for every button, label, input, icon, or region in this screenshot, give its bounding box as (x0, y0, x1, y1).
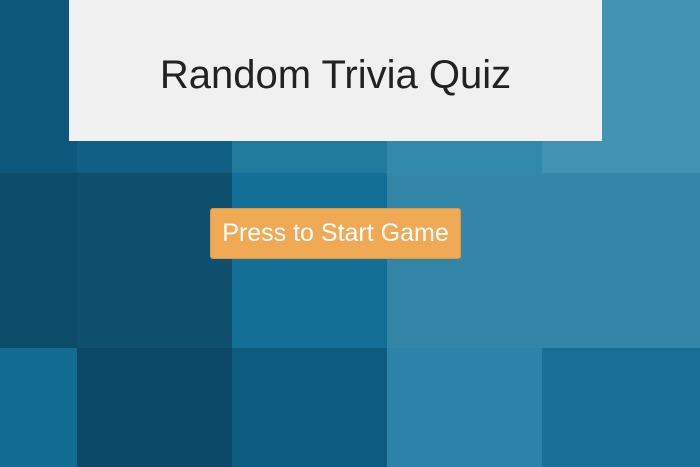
mosaic-tile (77, 173, 232, 348)
mosaic-tile (0, 0, 77, 173)
mosaic-tile (387, 173, 542, 348)
mosaic-tile (232, 173, 387, 348)
title-panel: Random Trivia Quiz (69, 0, 602, 141)
mosaic-tile (387, 348, 542, 467)
mosaic-tile (542, 173, 700, 348)
mosaic-tile (0, 173, 77, 348)
mosaic-tile (232, 348, 387, 467)
mosaic-tile (77, 348, 232, 467)
start-game-button[interactable]: Press to Start Game (210, 208, 461, 259)
mosaic-tile (542, 348, 700, 467)
mosaic-tile (0, 348, 77, 467)
page-title: Random Trivia Quiz (159, 53, 512, 97)
